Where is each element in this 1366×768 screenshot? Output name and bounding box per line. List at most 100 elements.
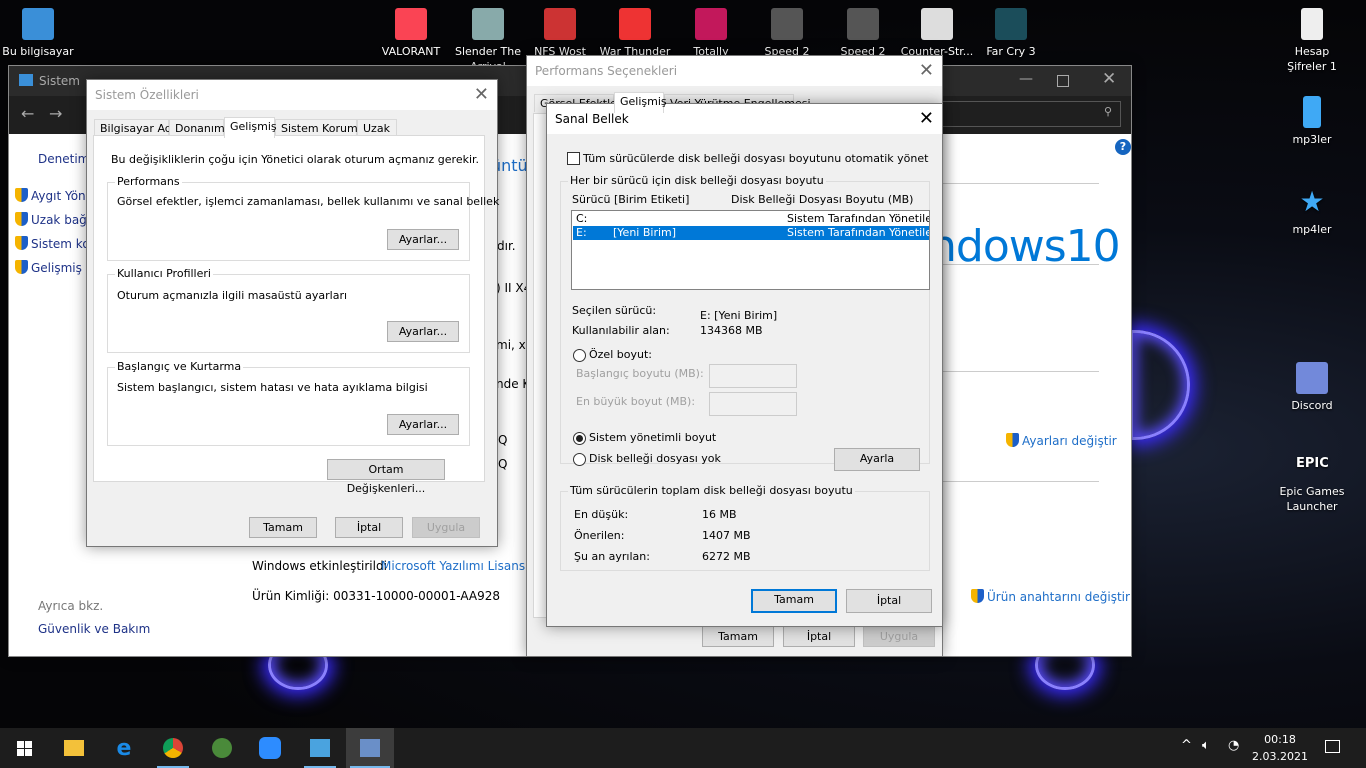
desktop-icon[interactable]: Speed 2 xyxy=(749,8,825,59)
current-value: 6272 MB xyxy=(702,550,751,563)
close-button[interactable]: ✕ xyxy=(919,60,934,81)
user-profiles-settings-button[interactable]: Ayarlar... xyxy=(387,321,459,342)
cancel-button[interactable]: İptal xyxy=(783,626,855,647)
no-paging-file-radio[interactable] xyxy=(573,453,586,466)
close-button[interactable]: ✕ xyxy=(474,84,489,105)
file-explorer-icon[interactable] xyxy=(54,728,94,768)
cancel-button[interactable]: İptal xyxy=(335,517,403,538)
left-link[interactable]: Aygıt Yön xyxy=(15,188,86,203)
desktop-icon-mp4ler[interactable]: ★ mp4ler xyxy=(1274,186,1350,237)
desktop-icon-this-pc[interactable]: Bu bilgisayar xyxy=(0,8,76,59)
desktop-icon[interactable]: Far Cry 3 xyxy=(973,8,1049,59)
max-size-input[interactable] xyxy=(709,392,797,416)
ok-button[interactable]: Tamam xyxy=(702,626,774,647)
dialog-titlebar: Sanal Bellek ✕ xyxy=(547,104,942,134)
group-desc: Görsel efektler, işlemci zamanlaması, be… xyxy=(117,195,500,208)
control-panel-home-link[interactable]: Denetim xyxy=(38,152,89,166)
shortcut-icon xyxy=(472,8,504,40)
shortcut-icon xyxy=(771,8,803,40)
drive-row[interactable]: C: Sistem Tarafından Yönetilen xyxy=(573,212,929,226)
shortcut-icon xyxy=(995,8,1027,40)
shortcut-icon xyxy=(921,8,953,40)
custom-size-radio[interactable] xyxy=(573,349,586,362)
startup-recovery-group: Başlangıç ve Kurtarma Sistem başlangıcı,… xyxy=(107,360,470,446)
desktop-icon-hesap[interactable]: Hesap Şifreler 1 xyxy=(1274,8,1350,74)
zoom-icon[interactable] xyxy=(250,728,290,768)
start-button[interactable] xyxy=(4,728,44,768)
desktop-icon[interactable]: Counter-Str... xyxy=(899,8,975,59)
tab-advanced[interactable]: Gelişmiş xyxy=(614,92,667,113)
apply-button[interactable]: Uygula xyxy=(412,517,480,538)
app-icon[interactable] xyxy=(202,728,242,768)
performance-settings-button[interactable]: Ayarlar... xyxy=(387,229,459,250)
initial-size-input[interactable] xyxy=(709,364,797,388)
set-button[interactable]: Ayarla xyxy=(834,448,920,471)
desktop-icon[interactable]: Totally xyxy=(673,8,749,59)
tab-advanced[interactable]: Gelişmiş xyxy=(224,117,277,138)
wallpaper-headlight xyxy=(1130,330,1190,440)
notifications-icon[interactable] xyxy=(1325,740,1340,753)
recommended-value: 1407 MB xyxy=(702,529,751,542)
search-icon: ⚲ xyxy=(1103,105,1112,118)
music-player-icon xyxy=(1303,96,1321,128)
windows10-logo: ndows10 xyxy=(929,221,1121,272)
desktop-icon-epic[interactable]: EPIC Epic Games Launcher xyxy=(1270,448,1354,514)
max-size-label: En büyük boyut (MB): xyxy=(576,395,696,408)
license-link[interactable]: Microsoft Yazılımı Lisans Ko xyxy=(381,559,544,573)
wifi-icon[interactable]: ◔ xyxy=(1228,738,1239,753)
security-maintenance-link[interactable]: Güvenlik ve Bakım xyxy=(38,622,150,636)
control-panel-icon[interactable] xyxy=(300,728,340,768)
ok-button[interactable]: Tamam xyxy=(751,589,837,613)
total-group: Tüm sürücülerin toplam disk belleği dosy… xyxy=(560,484,930,571)
dialog-titlebar: Performans Seçenekleri ✕ xyxy=(527,56,942,86)
chrome-icon[interactable] xyxy=(153,728,193,768)
activation-status: Windows etkinleştirildi xyxy=(252,559,387,573)
left-link[interactable]: Gelişmiş xyxy=(15,260,82,275)
cancel-button[interactable]: İptal xyxy=(846,589,932,613)
desktop-icon[interactable]: War Thunder xyxy=(597,8,673,59)
left-link[interactable]: Uzak bağ xyxy=(15,212,87,227)
dialog-titlebar: Sistem Özellikleri ✕ xyxy=(87,80,497,110)
shield-icon xyxy=(971,589,984,603)
column-header-size: Disk Belleği Dosyası Boyutu (MB) xyxy=(731,193,914,206)
system-taskbar-icon[interactable] xyxy=(346,728,394,768)
free-space-label: Kullanılabilir alan: xyxy=(572,324,670,337)
epic-games-icon: EPIC xyxy=(1296,456,1329,471)
chevron-up-icon[interactable]: ^ xyxy=(1181,738,1192,753)
left-link[interactable]: Sistem ko xyxy=(15,236,90,251)
auto-manage-label: Tüm sürücülerde disk belleği dosyası boy… xyxy=(583,152,929,165)
back-arrow-icon[interactable]: ← xyxy=(21,104,34,123)
initial-size-label: Başlangıç boyutu (MB): xyxy=(576,367,704,380)
clock[interactable]: 00:18 2.03.2021 xyxy=(1250,731,1310,765)
close-button[interactable]: ✕ xyxy=(919,108,934,129)
product-id: Ürün Kimliği: 00331-10000-00001-AA928 xyxy=(252,589,501,603)
drive-row-selected[interactable]: E: [Yeni Birim] Sistem Tarafından Yönetile… xyxy=(573,226,929,240)
help-icon[interactable]: ? xyxy=(1115,139,1131,155)
change-settings-link[interactable]: Ayarları değiştir xyxy=(1006,433,1117,448)
admin-note: Bu değişikliklerin çoğu için Yönetici ol… xyxy=(111,153,480,166)
environment-variables-button[interactable]: Ortam Değişkenleri... xyxy=(327,459,445,495)
ok-button[interactable]: Tamam xyxy=(249,517,317,538)
maximize-button[interactable] xyxy=(1057,75,1069,87)
desktop-icon-discord[interactable]: Discord xyxy=(1274,362,1350,413)
shield-icon xyxy=(1006,433,1019,447)
desktop-icon-mp3ler[interactable]: mp3ler xyxy=(1274,96,1350,147)
drive-list[interactable]: C: Sistem Tarafından Yönetilen E: [Yeni Bi… xyxy=(571,210,930,290)
system-managed-radio[interactable] xyxy=(573,432,586,445)
system-icon xyxy=(19,74,33,86)
desktop-icon[interactable]: Speed 2 xyxy=(825,8,901,59)
minimize-button[interactable]: — xyxy=(1019,71,1033,87)
document-icon xyxy=(1301,8,1323,40)
apply-button[interactable]: Uygula xyxy=(863,626,935,647)
desktop-icon[interactable]: NFS Wost xyxy=(522,8,598,59)
shortcut-icon xyxy=(619,8,651,40)
auto-manage-checkbox[interactable] xyxy=(567,152,580,165)
edge-icon[interactable]: e xyxy=(104,728,144,768)
forward-arrow-icon[interactable]: → xyxy=(49,104,62,123)
no-paging-file-label: Disk belleği dosyası yok xyxy=(589,452,721,465)
desktop-icon[interactable]: VALORANT xyxy=(373,8,449,59)
startup-settings-button[interactable]: Ayarlar... xyxy=(387,414,459,435)
volume-icon[interactable]: 🔈︎ xyxy=(1202,738,1210,753)
change-product-key-link[interactable]: Ürün anahtarını değiştir xyxy=(971,589,1130,604)
close-button[interactable]: ✕ xyxy=(1102,69,1116,89)
